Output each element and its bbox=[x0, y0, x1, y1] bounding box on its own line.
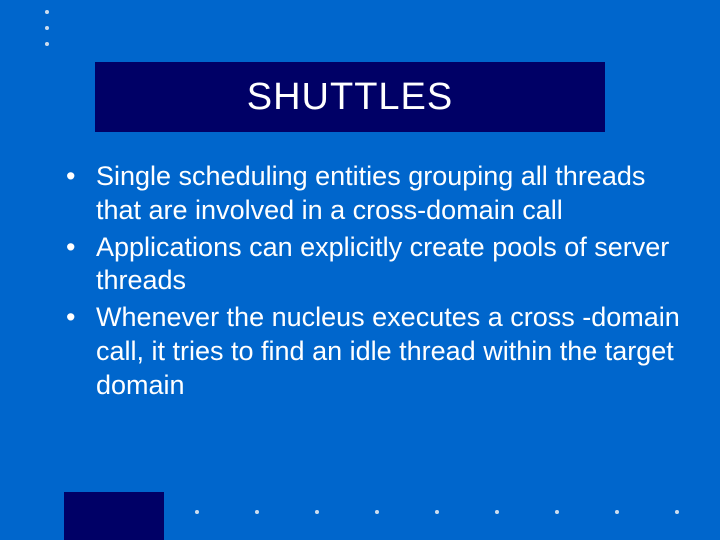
dot-icon bbox=[45, 26, 49, 30]
list-item: Whenever the nucleus executes a cross -d… bbox=[48, 301, 680, 402]
dot-icon bbox=[495, 510, 499, 514]
dot-icon bbox=[615, 510, 619, 514]
dot-icon bbox=[195, 510, 199, 514]
decorative-dots-top bbox=[45, 10, 49, 46]
slide-content: Single scheduling entities grouping all … bbox=[48, 160, 680, 405]
dot-icon bbox=[255, 510, 259, 514]
slide-title: SHUTTLES bbox=[247, 76, 453, 119]
dot-icon bbox=[45, 10, 49, 14]
dot-icon bbox=[375, 510, 379, 514]
list-item: Applications can explicitly create pools… bbox=[48, 231, 680, 299]
decorative-dots-bottom bbox=[195, 510, 679, 514]
dot-icon bbox=[315, 510, 319, 514]
dot-icon bbox=[555, 510, 559, 514]
accent-block bbox=[64, 492, 164, 540]
dot-icon bbox=[675, 510, 679, 514]
dot-icon bbox=[45, 42, 49, 46]
title-bar: SHUTTLES bbox=[95, 62, 605, 132]
dot-icon bbox=[435, 510, 439, 514]
list-item: Single scheduling entities grouping all … bbox=[48, 160, 680, 228]
bullet-list: Single scheduling entities grouping all … bbox=[48, 160, 680, 402]
